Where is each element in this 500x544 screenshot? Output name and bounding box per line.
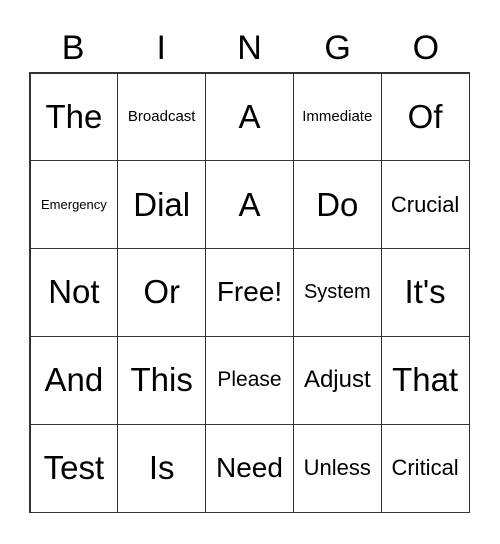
bingo-header: B I N G O <box>29 28 470 68</box>
header-letter-n: N <box>237 29 262 67</box>
bingo-cell[interactable]: Not <box>29 248 119 337</box>
cell-word: This <box>130 361 193 399</box>
bingo-cell[interactable]: Immediate <box>292 72 382 162</box>
cell-word: Free! <box>216 276 283 308</box>
bingo-cell[interactable]: Emergency <box>29 160 119 250</box>
bingo-cell[interactable]: This <box>117 335 207 425</box>
header-letter-o: O <box>412 29 440 67</box>
cell-word: Dial <box>133 185 191 223</box>
bingo-cell[interactable]: And <box>29 335 119 425</box>
cell-word: That <box>392 361 459 399</box>
bingo-cell[interactable]: System <box>292 248 382 337</box>
cell-word: And <box>44 361 104 399</box>
header-letter-g: G <box>324 29 351 67</box>
cell-word: Of <box>407 97 443 135</box>
cell-word: Not <box>48 273 100 311</box>
bingo-cell[interactable]: Crucial <box>380 160 470 250</box>
cell-word: Immediate <box>302 108 373 126</box>
bingo-cell[interactable]: Or <box>117 248 207 337</box>
bingo-cell[interactable]: Adjust <box>292 335 382 425</box>
cell-word: Emergency <box>41 197 107 213</box>
bingo-cell[interactable]: Is <box>117 423 207 513</box>
cell-word: A <box>238 97 261 135</box>
header-letter-i: I <box>156 29 166 67</box>
bingo-grid: The Broadcast A Immediate Of Emergency Dial A Do… <box>29 72 470 513</box>
cell-word: Critical <box>391 455 459 481</box>
bingo-cell[interactable]: Broadcast <box>117 72 207 162</box>
cell-word: The <box>45 97 103 135</box>
bingo-cell[interactable]: Do <box>292 160 382 250</box>
cell-word: Please <box>217 368 282 392</box>
bingo-cell[interactable]: A <box>205 160 294 250</box>
bingo-cell[interactable]: Dial <box>117 160 207 250</box>
bingo-cell[interactable]: That <box>380 335 470 425</box>
bingo-cell[interactable]: A <box>205 72 294 162</box>
cell-word: Do <box>316 185 359 223</box>
bingo-cell[interactable]: Critical <box>380 423 470 513</box>
cell-word: Need <box>216 452 283 484</box>
cell-word: A <box>238 185 261 223</box>
cell-word: System <box>303 280 371 303</box>
cell-word: Crucial <box>390 191 460 217</box>
bingo-cell[interactable]: Free! <box>205 248 294 337</box>
bingo-cell[interactable]: Need <box>205 423 294 513</box>
bingo-cell[interactable]: Of <box>380 72 470 162</box>
cell-word: Adjust <box>303 366 371 394</box>
bingo-cell[interactable]: Please <box>205 335 294 425</box>
cell-word: Broadcast <box>127 108 196 126</box>
cell-word: Is <box>148 449 175 487</box>
bingo-cell[interactable]: Test <box>29 423 119 513</box>
cell-word: Unless <box>303 455 371 481</box>
bingo-cell[interactable]: The <box>29 72 119 162</box>
cell-word: It's <box>404 273 446 311</box>
bingo-cell[interactable]: It's <box>380 248 470 337</box>
cell-word: Or <box>143 273 181 311</box>
header-letter-b: B <box>61 29 85 67</box>
cell-word: Test <box>43 449 105 487</box>
bingo-cell[interactable]: Unless <box>292 423 382 513</box>
